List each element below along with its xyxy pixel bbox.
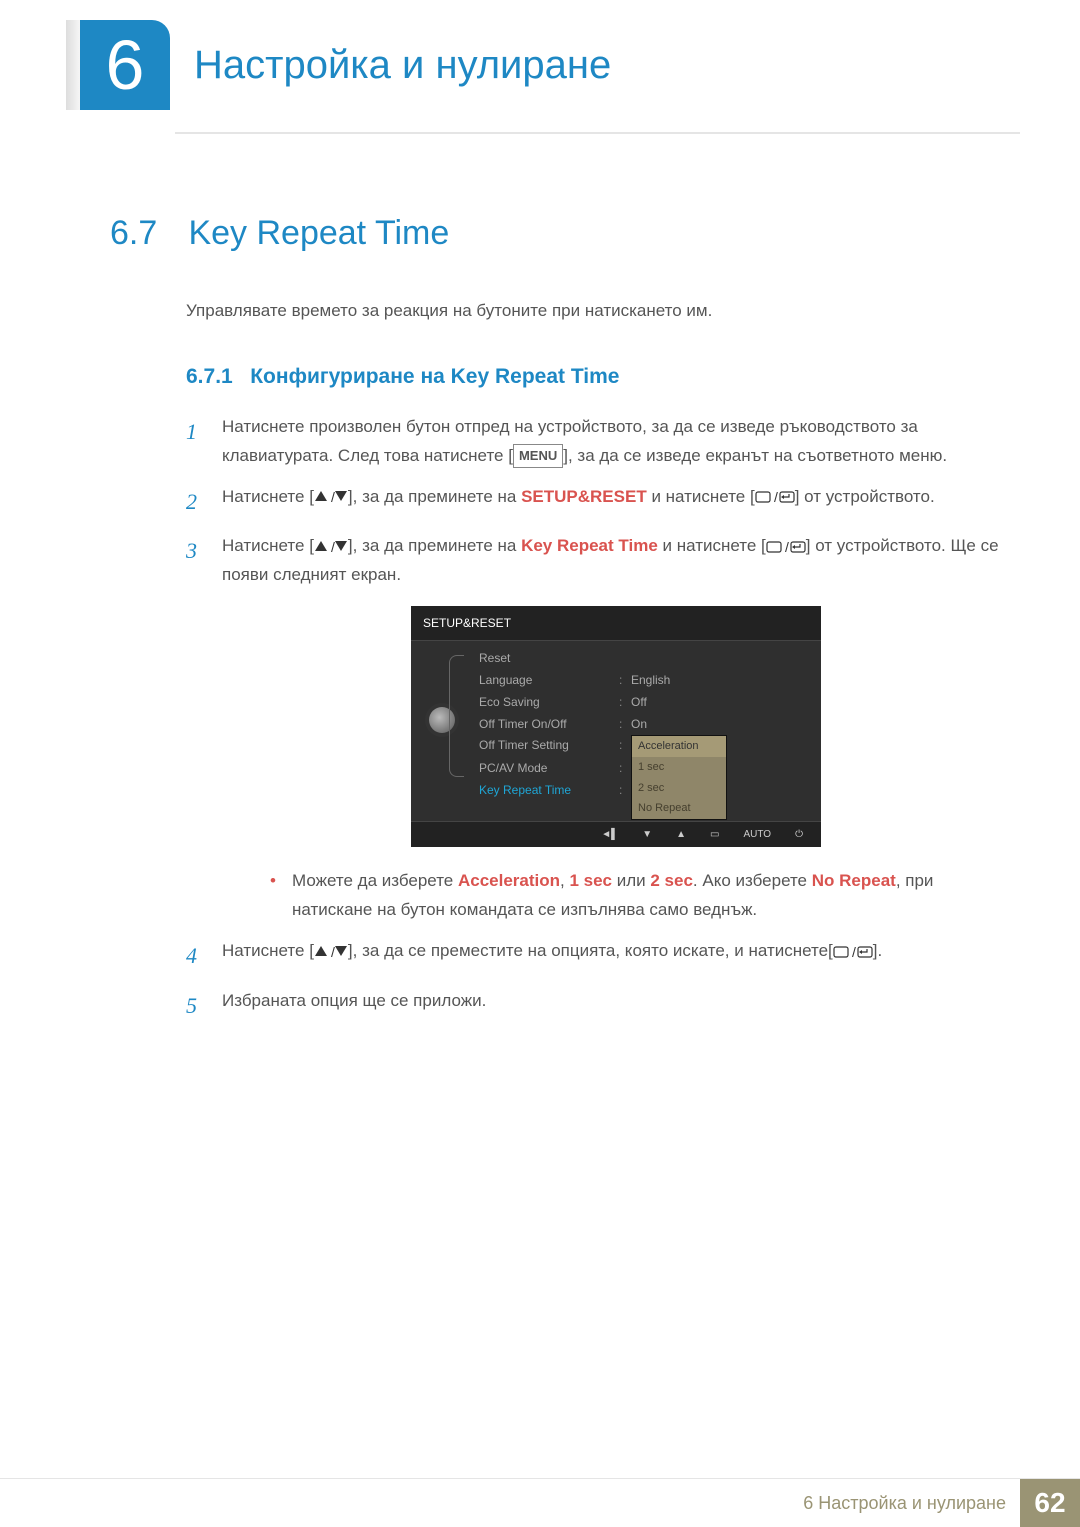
highlight: Key Repeat Time [521,536,658,555]
bullet-item: • Можете да изберете Acceleration, 1 sec… [270,867,1010,925]
step-body: Натиснете [ / ], за да преминете на SETUP&… [222,483,1010,520]
step-body: Натиснете произволен бутон отпред на уст… [222,413,1010,471]
step-2: 2 Натиснете [ / ], за да преминете на SETU… [186,483,1010,520]
power-icon: ⏻ [795,826,803,843]
osd-screenshot: SETUP&RESET Reset Language:English Eco S… [222,606,1010,847]
osd-nav-icon: ◄▌ [601,826,618,843]
step-body: Натиснете [ / ], за да се преместите на оп… [222,937,1010,974]
up-down-arrows-icon: / [314,945,348,959]
page-header: 6 Настройка и нулиране [0,0,1080,110]
dropdown-option: 2 sec [632,778,726,799]
osd-nav-icon: ▭ [710,826,719,843]
section-heading: 6.7 Key Repeat Time [110,214,1010,253]
text: ], за да се изведе екранът на съответнот… [563,446,947,465]
svg-text:/: / [785,540,789,554]
up-down-arrows-icon: / [314,540,348,554]
dial-icon [429,707,455,733]
svg-text:/: / [331,945,335,959]
ok-enter-icon: / [833,945,873,959]
osd-side-indicator [411,641,473,821]
text: ], за да преминете на [348,487,521,506]
osd-label: Off Timer On/Off [479,714,619,734]
text: Натиснете [ [222,941,314,960]
svg-text:/: / [331,540,335,554]
page-number-badge: 62 [1020,1479,1080,1527]
page-footer: 6 Настройка и нулиране 62 [0,1479,1080,1527]
step-number: 3 [186,532,222,925]
text: и натиснете [ [658,536,766,555]
bullet-list: • Можете да изберете Acceleration, 1 sec… [270,867,1010,925]
bullet-dot-icon: • [270,867,292,925]
step-5: 5 Избраната опция ще се приложи. [186,987,1010,1024]
svg-text:/: / [331,490,335,504]
footer-chapter-label: 6 Настройка и нулиране [803,1493,1006,1514]
section-intro: Управлявате времето за реакция на бутони… [186,301,1010,321]
text: и натиснете [ [647,487,755,506]
steps-list: 1 Натиснете произволен бутон отпред на у… [186,413,1010,1024]
ok-enter-icon: / [755,490,795,504]
svg-text:/: / [774,490,778,504]
text: ] от устройството. [795,487,935,506]
dropdown-option-selected: Acceleration [632,736,726,757]
svg-text:/: / [852,945,856,959]
section-number: 6.7 [110,214,184,253]
highlight: SETUP&RESET [521,487,647,506]
osd-value: On [631,714,647,734]
step-body: Избраната опция ще се приложи. [222,987,1010,1024]
menu-button-label: MENU [513,444,563,468]
text: ], за да преминете на [348,536,521,555]
bullet-text: Можете да изберете Acceleration, 1 sec и… [292,867,1010,925]
dropdown-option: 1 sec [632,757,726,778]
osd-label: Reset [479,648,619,668]
osd-label: Off Timer Setting [479,735,619,755]
osd-label: PC/AV Mode [479,758,619,778]
step-number: 4 [186,937,222,974]
step-number: 1 [186,413,222,471]
step-1: 1 Натиснете произволен бутон отпред на у… [186,413,1010,471]
step-number: 2 [186,483,222,520]
step-4: 4 Натиснете [ / ], за да се преместите на … [186,937,1010,974]
ok-enter-icon: / [766,540,806,554]
text: Натиснете [ [222,487,314,506]
step-number: 5 [186,987,222,1024]
text: . Ако изберете [693,871,812,890]
osd-title: SETUP&RESET [411,606,821,641]
osd-value: Off [631,692,647,712]
osd-dropdown: Acceleration 1 sec 2 sec No Repeat [631,735,727,820]
subsection-number: 6.7.1 [186,365,233,388]
text: ]. [873,941,882,960]
step-body: Натиснете [ / ], за да преминете на Key Re… [222,532,1010,925]
osd-panel: SETUP&RESET Reset Language:English Eco S… [411,606,821,847]
osd-auto-label: AUTO [743,826,771,843]
up-down-arrows-icon: / [314,490,348,504]
osd-label-active: Key Repeat Time [479,780,619,800]
text: ], за да се преместите на опцията, която… [348,941,833,960]
subsection-heading: 6.7.1 Конфигуриране на Key Repeat Time [186,365,1010,389]
step-3: 3 Натиснете [ / ], за да преминете на Key … [186,532,1010,925]
osd-value: English [631,670,670,690]
dropdown-option: No Repeat [632,798,726,819]
highlight: 2 sec [650,871,693,890]
content-area: 6.7 Key Repeat Time Управлявате времето … [0,134,1080,1024]
text: Натиснете [ [222,536,314,555]
highlight: 1 sec [569,871,612,890]
osd-label: Eco Saving [479,692,619,712]
subsection-title: Конфигуриране на Key Repeat Time [250,365,619,388]
text: или [612,871,650,890]
osd-bottom-bar: ◄▌ ▼ ▲ ▭ AUTO ⏻ [411,821,821,847]
chapter-number-badge: 6 [80,20,170,110]
highlight: No Repeat [812,871,896,890]
osd-rows: Reset Language:English Eco Saving:Off Of… [473,641,821,821]
osd-label: Language [479,670,619,690]
highlight: Acceleration [458,871,560,890]
text: Можете да изберете [292,871,458,890]
chapter-title: Настройка и нулиране [194,43,611,88]
osd-nav-icon: ▼ [642,826,652,843]
section-title: Key Repeat Time [188,214,449,252]
osd-nav-icon: ▲ [676,826,686,843]
